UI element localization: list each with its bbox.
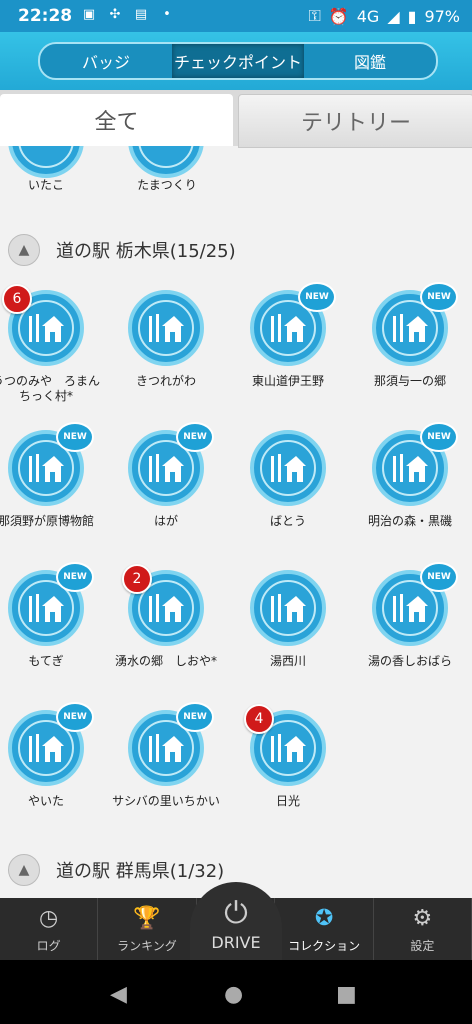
section-title: 道の駅 栃木県(15/25) bbox=[56, 241, 236, 262]
pinwheel-icon: ✣ bbox=[109, 7, 121, 22]
segment-encyclopedia[interactable]: 図鑑 bbox=[304, 44, 436, 78]
checkpoint-badge-icon[interactable] bbox=[128, 290, 204, 366]
battery-icon: ▮ bbox=[407, 6, 417, 26]
home-icon[interactable]: ● bbox=[224, 982, 243, 1007]
tab-territory[interactable]: テリトリー bbox=[238, 94, 472, 148]
system-nav: ◀ ● ■ bbox=[0, 960, 472, 1024]
new-badge: NEW bbox=[298, 282, 336, 312]
network-label: 4G bbox=[356, 6, 380, 26]
clock-icon: ◷ bbox=[39, 906, 59, 931]
new-badge: NEW bbox=[176, 702, 214, 732]
nav-ranking-label: ランキング bbox=[117, 938, 177, 953]
recents-icon[interactable]: ■ bbox=[336, 982, 357, 1007]
drive-label: DRIVE bbox=[211, 933, 261, 952]
battery-level: 97% bbox=[424, 6, 460, 26]
new-badge: NEW bbox=[56, 562, 94, 592]
segment-badge[interactable]: バッジ bbox=[40, 44, 172, 78]
signal-icon: ◢ bbox=[387, 6, 400, 26]
key-icon: ⚿ bbox=[308, 6, 321, 25]
status-time: 22:28 bbox=[18, 6, 73, 26]
checkpoint-label: ばとう bbox=[269, 514, 306, 528]
back-icon[interactable]: ◀ bbox=[110, 982, 127, 1007]
checkpoint-badge-icon[interactable] bbox=[8, 146, 84, 178]
segment-checkpoint[interactable]: チェックポイント bbox=[172, 44, 304, 78]
new-badge: NEW bbox=[56, 422, 94, 452]
trophy-icon: 🏆 bbox=[133, 906, 161, 931]
count-badge: 2 bbox=[122, 564, 152, 594]
new-badge: NEW bbox=[420, 422, 458, 452]
nav-settings-label: 設定 bbox=[410, 938, 435, 953]
checkpoint-label: 那須与一の郷 bbox=[373, 374, 446, 388]
line-icon: ▣ bbox=[82, 7, 96, 22]
checkpoint-label: うつのみや ろまんちっく村* bbox=[0, 374, 100, 403]
new-badge: NEW bbox=[420, 282, 458, 312]
section-header-gunma[interactable]: ▲ 道の駅 群馬県(1/32) bbox=[8, 854, 224, 886]
new-badge: NEW bbox=[420, 562, 458, 592]
nav-ranking[interactable]: 🏆 ランキング bbox=[98, 898, 197, 960]
nav-log[interactable]: ◷ ログ bbox=[0, 898, 99, 960]
checkpoint-label: はが bbox=[153, 514, 178, 528]
nav-log-label: ログ bbox=[36, 938, 61, 953]
nav-collection-label: コレクション bbox=[288, 938, 361, 953]
star-icon: ✪ bbox=[314, 906, 334, 931]
top-header: バッジ チェックポイント 図鑑 bbox=[0, 32, 472, 90]
tab-bar: 全て テリトリー bbox=[0, 90, 472, 148]
checkpoint-label: 湧水の郷 しおや* bbox=[114, 654, 217, 668]
checkpoint-label: いたこ bbox=[27, 178, 64, 192]
power-icon: ⏻ bbox=[224, 896, 248, 931]
new-badge: NEW bbox=[56, 702, 94, 732]
checkpoint-label: 日光 bbox=[275, 794, 300, 808]
checkpoint-badge-icon[interactable] bbox=[250, 570, 326, 646]
tab-all[interactable]: 全て bbox=[0, 94, 233, 146]
count-badge: 4 bbox=[244, 704, 274, 734]
new-badge: NEW bbox=[176, 422, 214, 452]
checkpoint-badge-icon[interactable] bbox=[250, 430, 326, 506]
count-badge: 6 bbox=[2, 284, 32, 314]
checkpoint-label: 湯西川 bbox=[269, 654, 306, 668]
checkpoint-label: きつれがわ bbox=[135, 374, 196, 388]
checkpoint-label: 明治の森・黒磯 bbox=[367, 514, 452, 528]
checkpoint-label: やいた bbox=[27, 794, 64, 808]
gear-icon: ⚙ bbox=[412, 906, 433, 931]
section-title: 道の駅 群馬県(1/32) bbox=[56, 861, 225, 882]
checkpoint-label: もてぎ bbox=[28, 654, 64, 668]
checkpoint-list[interactable]: いたこ たまつくり ▲ 道の駅 栃木県(15/25) 6 うつのみや ろまんちっく… bbox=[0, 146, 472, 898]
segment-control: バッジ チェックポイント 図鑑 bbox=[38, 42, 438, 80]
checkpoint-label: 那須野が原博物館 bbox=[0, 514, 94, 528]
nav-settings[interactable]: ⚙ 設定 bbox=[374, 898, 472, 960]
checkpoint-label: たまつくり bbox=[137, 178, 197, 192]
checkpoint-label: 湯の香しおばら bbox=[367, 654, 452, 668]
checkpoint-badge-icon[interactable] bbox=[128, 146, 204, 178]
collapse-icon[interactable]: ▲ bbox=[8, 854, 40, 886]
checkpoint-label: サシバの里いちかい bbox=[112, 794, 220, 808]
status-bar: 22:28 ▣ ✣ ▤ • ⚿ ⏰ 4G ◢ ▮ 97% bbox=[0, 0, 472, 32]
shop-icon: ▤ bbox=[134, 7, 148, 22]
nav-collection[interactable]: ✪ コレクション bbox=[275, 898, 374, 960]
checkpoint-label: 東山道伊王野 bbox=[251, 374, 324, 388]
collapse-icon[interactable]: ▲ bbox=[8, 234, 40, 266]
alarm-icon: ⏰ bbox=[328, 6, 349, 26]
section-header-tochigi[interactable]: ▲ 道の駅 栃木県(15/25) bbox=[8, 234, 236, 266]
dot-icon: • bbox=[163, 7, 171, 22]
